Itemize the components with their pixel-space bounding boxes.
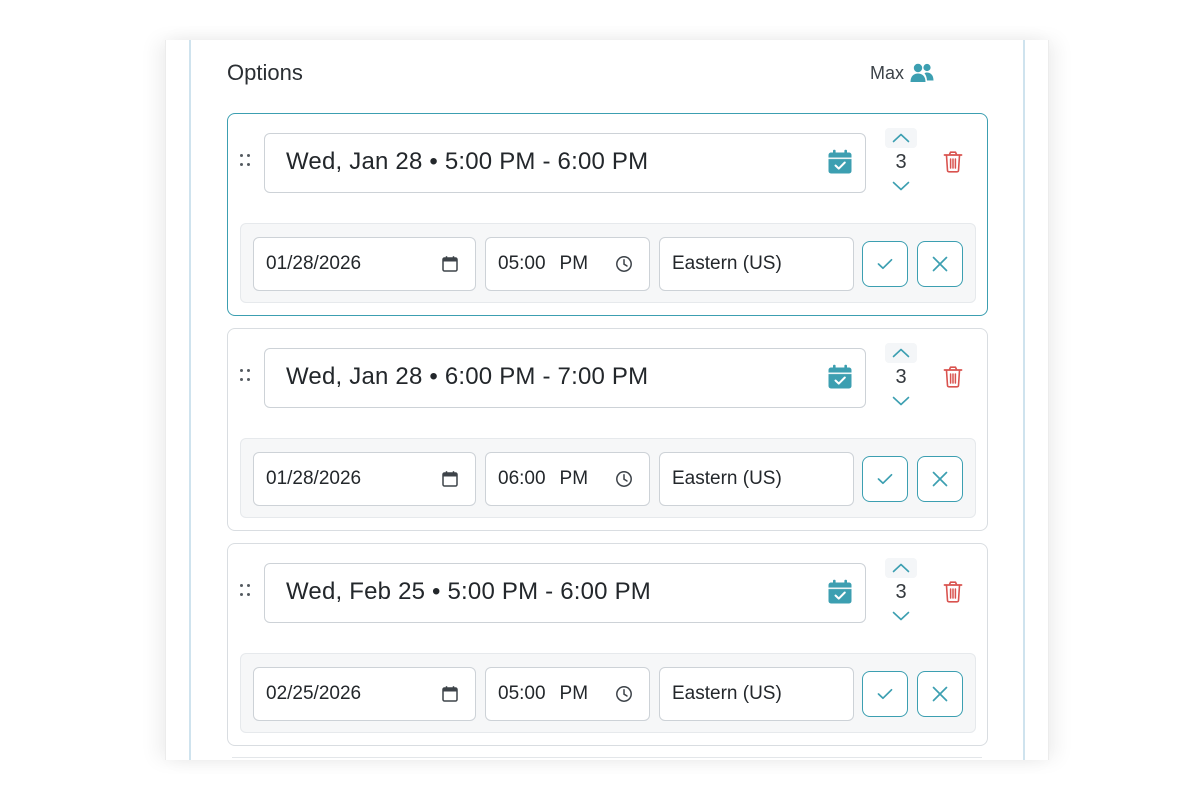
time-value: 05:00 — [498, 683, 546, 704]
option-summary-field[interactable]: Wed, Feb 25 • 5:00 PM - 6:00 PM — [264, 563, 866, 623]
decrement-button[interactable] — [885, 391, 917, 411]
cancel-button[interactable] — [917, 671, 963, 717]
max-count: 3 — [895, 366, 907, 388]
trash-icon[interactable] — [943, 581, 963, 603]
check-icon — [877, 473, 893, 485]
people-icon — [910, 63, 934, 82]
drag-handle-icon[interactable] — [240, 584, 254, 598]
calendar-check-icon[interactable] — [827, 149, 853, 175]
check-icon — [877, 258, 893, 270]
check-icon — [877, 688, 893, 700]
confirm-button[interactable] — [862, 456, 908, 502]
date-value: 01/28/2026 — [266, 253, 362, 274]
calendar-check-icon[interactable] — [827, 579, 853, 605]
time-input[interactable]: 06:00 PM — [485, 452, 650, 506]
max-header: Max — [870, 62, 934, 84]
max-count: 3 — [895, 581, 907, 603]
option-edit-row: 01/28/2026 05:00 PM Eastern (US) — [240, 223, 976, 303]
increment-button[interactable] — [885, 558, 917, 578]
close-icon — [932, 686, 948, 702]
option-summary-field[interactable]: Wed, Jan 28 • 6:00 PM - 7:00 PM — [264, 348, 866, 408]
drag-handle-icon[interactable] — [240, 154, 254, 168]
cancel-button[interactable] — [917, 456, 963, 502]
date-input[interactable]: 01/28/2026 — [253, 237, 476, 291]
max-stepper: 3 — [884, 343, 918, 415]
confirm-button[interactable] — [862, 671, 908, 717]
confirm-button[interactable] — [862, 241, 908, 287]
chevron-up-icon — [892, 563, 910, 573]
timezone-value: Eastern (US) — [672, 683, 782, 704]
time-ampm: PM — [559, 253, 589, 274]
trash-icon[interactable] — [943, 151, 963, 173]
chevron-down-icon — [892, 611, 910, 621]
decrement-button[interactable] — [885, 606, 917, 626]
date-input[interactable]: 01/28/2026 — [253, 452, 476, 506]
trash-icon[interactable] — [943, 366, 963, 388]
calendar-icon[interactable] — [441, 255, 459, 273]
time-value: 06:00 — [498, 468, 546, 489]
date-value: 01/28/2026 — [266, 468, 362, 489]
option-edit-row: 01/28/2026 06:00 PM Eastern (US) — [240, 438, 976, 518]
time-value: 05:00 — [498, 253, 546, 274]
max-count: 3 — [895, 151, 907, 173]
max-stepper: 3 — [884, 128, 918, 200]
date-value: 02/25/2026 — [266, 683, 362, 704]
timezone-value: Eastern (US) — [672, 253, 782, 274]
next-option-card-edge — [232, 757, 982, 760]
option-summary-field[interactable]: Wed, Jan 28 • 5:00 PM - 6:00 PM — [264, 133, 866, 193]
date-input[interactable]: 02/25/2026 — [253, 667, 476, 721]
section-title: Options — [227, 60, 303, 85]
timezone-select[interactable]: Eastern (US) — [659, 667, 854, 721]
clock-icon[interactable] — [615, 255, 633, 273]
time-input[interactable]: 05:00 PM — [485, 667, 650, 721]
cancel-button[interactable] — [917, 241, 963, 287]
clock-icon[interactable] — [615, 685, 633, 703]
increment-button[interactable] — [885, 128, 917, 148]
calendar-check-icon[interactable] — [827, 364, 853, 390]
timezone-select[interactable]: Eastern (US) — [659, 452, 854, 506]
option-card-1: Wed, Jan 28 • 5:00 PM - 6:00 PM 3 01/28/… — [227, 113, 988, 316]
chevron-down-icon — [892, 181, 910, 191]
option-summary-text: Wed, Jan 28 • 6:00 PM - 7:00 PM — [286, 363, 649, 390]
timezone-select[interactable]: Eastern (US) — [659, 237, 854, 291]
time-ampm: PM — [559, 468, 589, 489]
max-stepper: 3 — [884, 558, 918, 630]
option-card-3: Wed, Feb 25 • 5:00 PM - 6:00 PM 3 02/25/… — [227, 543, 988, 746]
max-label: Max — [870, 62, 905, 83]
option-card-2: Wed, Jan 28 • 6:00 PM - 7:00 PM 3 01/28/… — [227, 328, 988, 531]
increment-button[interactable] — [885, 343, 917, 363]
option-summary-text: Wed, Feb 25 • 5:00 PM - 6:00 PM — [286, 578, 651, 605]
close-icon — [932, 256, 948, 272]
time-input[interactable]: 05:00 PM — [485, 237, 650, 291]
chevron-up-icon — [892, 348, 910, 358]
timezone-value: Eastern (US) — [672, 468, 782, 489]
drag-handle-icon[interactable] — [240, 369, 254, 383]
calendar-icon[interactable] — [441, 470, 459, 488]
chevron-down-icon — [892, 396, 910, 406]
calendar-icon[interactable] — [441, 685, 459, 703]
chevron-up-icon — [892, 133, 910, 143]
decrement-button[interactable] — [885, 176, 917, 196]
option-edit-row: 02/25/2026 05:00 PM Eastern (US) — [240, 653, 976, 733]
close-icon — [932, 471, 948, 487]
time-ampm: PM — [559, 683, 589, 704]
clock-icon[interactable] — [615, 470, 633, 488]
option-summary-text: Wed, Jan 28 • 5:00 PM - 6:00 PM — [286, 148, 649, 175]
